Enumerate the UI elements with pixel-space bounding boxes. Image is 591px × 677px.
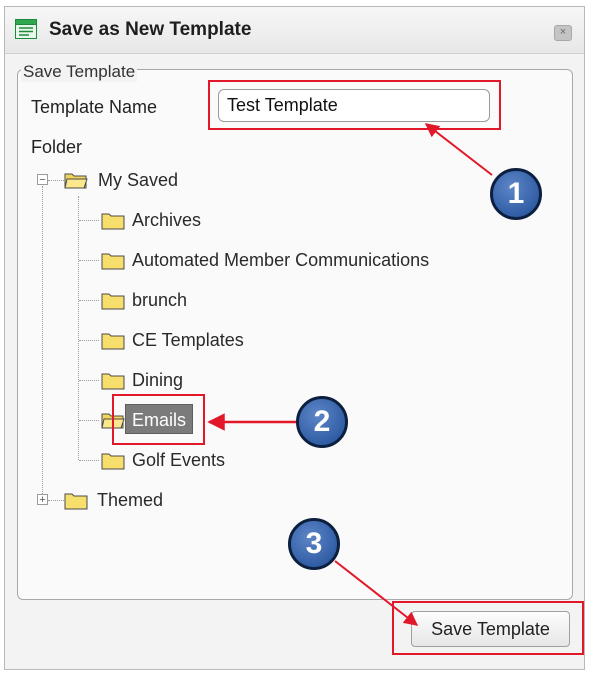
callout-badge-3: 3 (288, 518, 340, 570)
callout-badge-1: 1 (490, 168, 542, 220)
arrow-3 (334, 560, 419, 626)
arrow-1 (424, 123, 493, 176)
callout-badge-2: 2 (296, 396, 348, 448)
annotation-arrows (207, 123, 493, 626)
